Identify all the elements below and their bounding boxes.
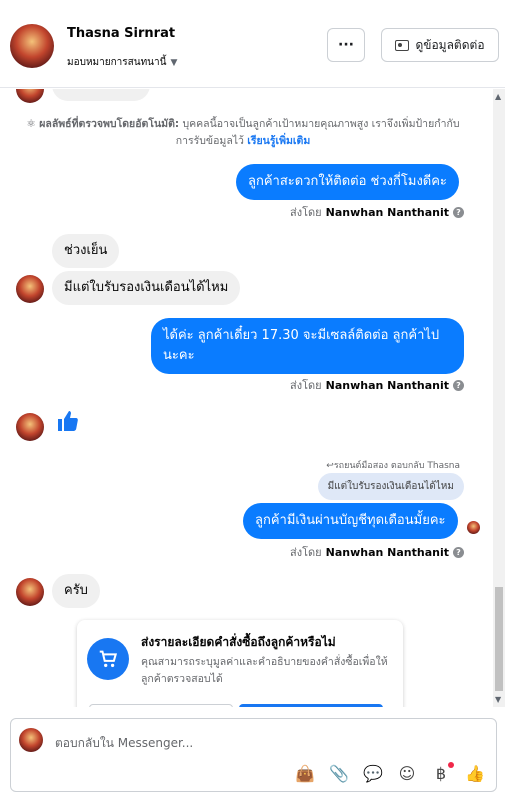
message-thread[interactable]: ⚛ ผลลัพธ์ที่ตรวจพบโดยอัตโนมัติ: บุคคลนี้…: [0, 89, 492, 707]
read-receipt-avatar: [467, 521, 480, 534]
outgoing-message[interactable]: ได้ค่ะ ลูกค้าเดี๋ยว 17.30 จะมีเซลล์ติดต่…: [151, 318, 464, 374]
order-card-title: ส่งรายละเอียดคำสั่งซื้อถึงลูกค้าหรือไม่: [141, 635, 336, 649]
like-icon[interactable]: 👍: [464, 764, 486, 783]
reply-input[interactable]: ตอบกลับใน Messenger...: [55, 734, 193, 753]
order-details-card: ส่งรายละเอียดคำสั่งซื้อถึงลูกค้าหรือไม่ …: [77, 620, 403, 707]
composer-toolbar: 👜 📎 💬 ☺ ฿ 👍: [294, 762, 486, 783]
sent-by-name: Nanwhan Nanthanit: [325, 205, 449, 219]
learn-more-link[interactable]: เรียนรู้เพิ่มเติม: [247, 135, 310, 147]
shopping-cart-icon: [87, 638, 129, 680]
outgoing-message[interactable]: ลูกค้าสะดวกให้ติดต่อ ช่วงกี่โมงดีคะ: [236, 164, 459, 200]
assign-conversation-dropdown[interactable]: มอบหมายการสนทนานี้ ▼: [67, 55, 177, 70]
sent-by-name: Nanwhan Nanthanit: [325, 378, 449, 392]
incoming-message[interactable]: ช่วงเย็น: [52, 234, 120, 268]
contact-avatar-small: [16, 413, 44, 441]
info-icon[interactable]: ?: [453, 379, 464, 391]
payment-icon[interactable]: ฿: [430, 762, 454, 783]
sent-by-prefix: ส่งโดย: [290, 379, 322, 392]
shopping-bag-icon[interactable]: 👜: [294, 764, 316, 783]
saved-replies-icon[interactable]: 💬: [362, 764, 384, 783]
auto-note-text: บุคคลนี้อาจเป็นลูกค้าเป้าหมายคุณภาพสูง เ…: [175, 118, 460, 147]
assign-label: มอบหมายการสนทนานี้: [67, 57, 167, 68]
contact-avatar-small: [16, 578, 44, 606]
page-avatar: [19, 728, 43, 752]
sent-by-name: Nanwhan Nanthanit: [325, 545, 449, 559]
order-card-description: คุณสามารถระบุมูลค่าและคำอธิบายของคำสั่งซ…: [141, 656, 388, 685]
sent-by-prefix: ส่งโดย: [290, 206, 322, 219]
info-icon[interactable]: ?: [453, 546, 464, 558]
incoming-message[interactable]: ครับ: [52, 574, 100, 608]
contact-card-icon: [395, 39, 410, 51]
contact-avatar[interactable]: [10, 24, 54, 68]
thumbs-up-icon[interactable]: [56, 409, 80, 433]
emoji-icon[interactable]: ☺: [396, 764, 418, 783]
contact-name[interactable]: Thasna Sirnrat: [67, 26, 175, 41]
conversation-header: Thasna Sirnrat มอบหมายการสนทนานี้ ▼ ··· …: [0, 0, 505, 88]
contact-avatar-small: [16, 275, 44, 303]
view-contact-button[interactable]: ดูข้อมูลติดต่อ: [381, 28, 499, 62]
scroll-down-icon[interactable]: ▼: [495, 695, 501, 704]
order-card-secondary-button[interactable]: [89, 704, 233, 707]
order-card-primary-button[interactable]: [239, 704, 383, 707]
auto-note-label: ผลลัพธ์ที่ตรวจพบโดยอัตโนมัติ:: [39, 118, 180, 130]
atom-icon: ⚛: [26, 118, 36, 130]
sent-by-prefix: ส่งโดย: [290, 546, 322, 559]
incoming-message[interactable]: มีแต่ใบรับรองเงินเดือนได้ไหม: [52, 271, 241, 305]
scrollbar-thumb[interactable]: [495, 587, 503, 691]
caret-down-icon: ▼: [170, 57, 178, 68]
outgoing-message[interactable]: ลูกค้ามีเงินผ่านบัญชีทุดเดือนมั้ยคะ: [243, 503, 458, 539]
reply-context: ↩รถยนต์มือสอง ตอบกลับ Thasna: [326, 461, 460, 471]
quoted-message[interactable]: มีแต่ใบรับรองเงินเดือนได้ไหม: [317, 473, 464, 500]
attachment-icon[interactable]: 📎: [328, 764, 350, 783]
sent-by: ส่งโดย Nanwhan Nanthanit ?: [290, 376, 464, 394]
message-composer: ตอบกลับใน Messenger... 👜 📎 💬 ☺ ฿ 👍: [10, 718, 497, 792]
scroll-up-icon[interactable]: ▲: [495, 92, 501, 101]
sent-by: ส่งโดย Nanwhan Nanthanit ?: [290, 543, 464, 561]
info-icon[interactable]: ?: [453, 206, 464, 218]
message-bubble-partial: [52, 89, 150, 101]
sent-by: ส่งโดย Nanwhan Nanthanit ?: [290, 203, 464, 221]
thread-scrollbar[interactable]: ▲ ▼: [493, 89, 505, 707]
contact-avatar-small: [16, 89, 44, 103]
more-options-button[interactable]: ···: [327, 28, 365, 62]
view-contact-label: ดูข้อมูลติดต่อ: [415, 37, 485, 52]
auto-detected-note: ⚛ ผลลัพธ์ที่ตรวจพบโดยอัตโนมัติ: บุคคลนี้…: [18, 116, 468, 150]
